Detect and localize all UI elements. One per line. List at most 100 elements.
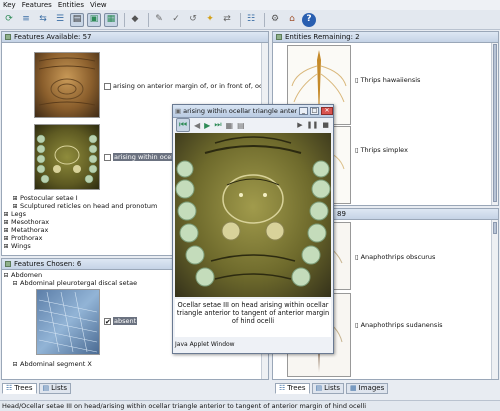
home-icon[interactable]: ⌂ [285, 13, 299, 27]
tree-view-icon[interactable]: ▤ [70, 12, 84, 27]
menu-entities[interactable]: Entities [58, 1, 84, 9]
viewer-controls: ⏮ ◀ ▶ ⏭ ▦ ▤ ▶ ❚❚ ■ [173, 118, 333, 132]
pane-title: Features Chosen: 6 [14, 260, 82, 268]
chosen-feature-image[interactable] [36, 289, 100, 355]
expand-icon[interactable]: ⊞ [3, 235, 9, 242]
next-icon[interactable]: ▶ [204, 121, 210, 130]
right-view-tabs: ☷ Trees ▤ Lists ▦ Images [275, 382, 389, 394]
last-image-icon[interactable]: ⏭ [214, 120, 221, 130]
compare-icon[interactable]: ☰ [53, 13, 67, 27]
scrollbar[interactable] [491, 220, 498, 379]
tree-item-prothorax[interactable]: ⊞ Prothorax [3, 234, 42, 242]
feature-option-1[interactable]: arising on anterior margin of, or in fro… [104, 82, 268, 90]
tab-label: Images [358, 384, 385, 392]
stop-icon[interactable]: ■ [322, 121, 329, 129]
star-icon[interactable]: ✦ [203, 13, 217, 27]
tab-lists[interactable]: ▤ Lists [311, 382, 345, 394]
tree-item-segment-x[interactable]: ⊟ Abdominal segment X [12, 360, 91, 368]
fit-view-icon[interactable]: ▤ [237, 121, 245, 130]
reset-icon[interactable]: ↺ [186, 13, 200, 27]
tab-lists[interactable]: ▤ Lists [38, 382, 72, 394]
expand-icon[interactable]: ⊞ [3, 243, 9, 250]
entity-item-2[interactable]: ▯ Thrips simplex [355, 146, 408, 154]
tree-item-postocular[interactable]: ⊞ Postocular setae I [12, 194, 77, 202]
minimize-button[interactable]: _ [299, 107, 308, 115]
shuffle-icon[interactable]: ⇄ [220, 13, 234, 27]
previous-icon[interactable]: ◀ [194, 121, 200, 130]
checkbox[interactable] [104, 153, 111, 161]
tree-item-legs[interactable]: ⊞ Legs [3, 210, 26, 218]
specimen-image [175, 136, 331, 287]
tree-item-label: Mesothorax [11, 218, 50, 226]
menu-view[interactable]: View [90, 1, 107, 9]
image-caption: Ocellar setae III on head arising within… [175, 299, 331, 337]
tree-item-label: Abdomen [11, 271, 43, 279]
tab-images[interactable]: ▦ Images [346, 382, 389, 394]
restart-icon[interactable]: ⇆ [36, 13, 50, 27]
find-icon[interactable]: ≡ [19, 13, 33, 27]
image-view-icon[interactable]: ▣ [87, 12, 101, 27]
pause-icon[interactable]: ❚❚ [307, 121, 319, 129]
collapse-icon[interactable]: ⊟ [3, 272, 9, 279]
first-image-icon[interactable]: ⏮ [176, 118, 190, 132]
menu-features[interactable]: Features [22, 1, 52, 9]
tab-trees[interactable]: ☷ Trees [275, 382, 310, 394]
tab-label: Trees [287, 384, 306, 392]
feature-option-label: arising within ocella [113, 153, 180, 161]
tree-item-label: Sculptured reticles on head and pronotum [20, 202, 158, 210]
entity-item-1[interactable]: ▯ Thrips hawaiiensis [355, 76, 420, 84]
feature-option-2[interactable]: arising within ocella [104, 153, 180, 161]
tree-item-sculptured[interactable]: ⊞ Sculptured reticles on head and pronot… [12, 202, 157, 210]
tag-icon[interactable]: ◆ [128, 13, 142, 27]
image-viewer-window[interactable]: ▣ arising within ocellar triangle anteri… [172, 104, 334, 354]
scrollbar[interactable] [491, 43, 498, 205]
applet-notice: Java Applet Window [175, 341, 235, 348]
filter-icon[interactable]: ⚙ [268, 13, 282, 27]
pane-header: Entities Remaining: 2 [273, 32, 498, 43]
scrollbar-thumb[interactable] [493, 44, 497, 202]
expand-icon[interactable]: ⊞ [3, 219, 9, 226]
tab-label: Lists [324, 384, 341, 392]
expand-icon[interactable]: ⊞ [3, 227, 9, 234]
maximize-button[interactable]: □ [310, 107, 319, 115]
tree-item-metathorax[interactable]: ⊞ Metathorax [3, 226, 48, 234]
expand-icon[interactable]: ⊞ [12, 195, 18, 202]
tree-item-label: Abdominal pleurotergal discal setae [20, 279, 138, 287]
tree-item-wings[interactable]: ⊞ Wings [3, 242, 31, 250]
menu-key[interactable]: Key [3, 1, 16, 9]
checkmark-icon[interactable]: ✓ [169, 13, 183, 27]
close-button[interactable]: ✕ [321, 107, 333, 115]
tree-item-label: Wings [11, 242, 31, 250]
chosen-option[interactable]: absent [104, 317, 138, 325]
collapse-icon[interactable]: ⊟ [12, 361, 18, 368]
checkbox[interactable] [104, 82, 111, 90]
window-titlebar[interactable]: ▣ arising within ocellar triangle anteri… [173, 105, 333, 118]
entity-item-3[interactable]: ▯ Anaphothrips obscurus [355, 253, 435, 261]
collapse-icon[interactable]: ⊟ [12, 280, 18, 287]
expand-icon[interactable]: ⊞ [12, 203, 18, 210]
pointer-icon[interactable]: ✎ [152, 13, 166, 27]
list-icon: ▤ [42, 384, 50, 392]
tab-trees[interactable]: ☷ Trees [2, 382, 37, 394]
toolbar-separator [124, 12, 125, 27]
expand-icon[interactable]: ⊞ [3, 211, 9, 218]
toolbar-separator [264, 12, 265, 27]
feature-image-2[interactable] [34, 124, 100, 190]
tree-item-pleurotergal[interactable]: ⊟ Abdominal pleurotergal discal setae [12, 279, 137, 287]
entity-label: Anaphothrips sudanensis [360, 321, 443, 329]
pane-title: 89 [337, 210, 346, 218]
entity-item-4[interactable]: ▯ Anaphothrips sudanensis [355, 321, 443, 329]
entity-label: Anaphothrips obscurus [360, 253, 436, 261]
tree-item-abdomen[interactable]: ⊟ Abdomen [3, 271, 42, 279]
grid-view-icon[interactable]: ▦ [226, 121, 234, 130]
enlarged-specimen-image[interactable] [175, 133, 331, 297]
checkbox-checked[interactable] [104, 317, 111, 325]
feature-image-1[interactable] [34, 52, 100, 118]
play-icon[interactable]: ▶ [297, 121, 302, 129]
tree-item-mesothorax[interactable]: ⊞ Mesothorax [3, 218, 49, 226]
refresh-icon[interactable]: ⟳ [2, 13, 16, 27]
image-grid-icon[interactable]: ▦ [104, 12, 118, 27]
list-icon[interactable]: ☷ [244, 13, 258, 27]
scrollbar-thumb[interactable] [493, 222, 497, 234]
help-icon[interactable]: ? [302, 12, 316, 27]
